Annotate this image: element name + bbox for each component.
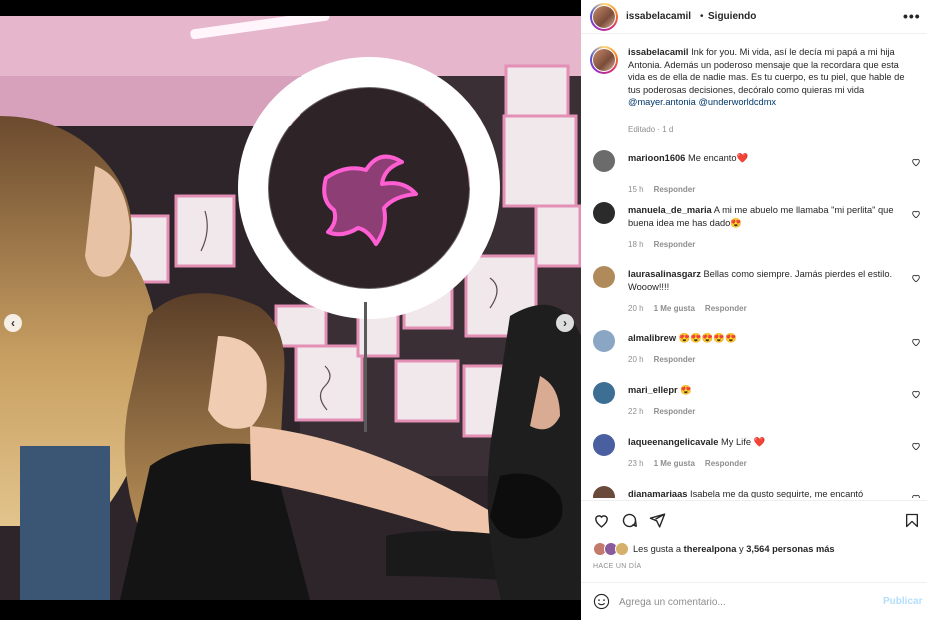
header-separator: • (700, 11, 704, 22)
liker-username[interactable]: therealpona (684, 544, 737, 554)
likes-conjunction: y (738, 544, 744, 554)
comment-input[interactable] (619, 594, 859, 610)
chevron-left-icon: ‹ (11, 316, 15, 330)
commenter-avatar[interactable] (593, 266, 615, 288)
commenter-avatar[interactable] (593, 486, 615, 498)
commenter-avatar[interactable] (593, 434, 615, 456)
reply-button[interactable]: Responder (654, 240, 696, 249)
mention-link[interactable]: @mayer.antonia (628, 97, 696, 107)
comment-time: 20 h (628, 304, 644, 313)
comments-list[interactable]: marioon1606 Me encanto❤️ 15 h Responder … (581, 140, 927, 498)
commenter-avatar[interactable] (593, 150, 615, 172)
commenter-username[interactable]: laurasalinasgarz (628, 269, 701, 279)
post-actions: Les gusta a therealpona y 3,564 personas… (581, 500, 927, 582)
comment-text: Isabela me da gusto seguirte, me encantó (690, 489, 864, 498)
commenter-username[interactable]: laqueenangelicavale (628, 437, 718, 447)
author-avatar[interactable] (590, 3, 618, 31)
share-icon[interactable] (649, 512, 666, 529)
post-header: issabelacamil • Siguiendo ••• (581, 0, 927, 34)
instagram-post-modal: ‹ › issabelacamil • Siguiendo ••• issabe… (0, 0, 927, 620)
heart-icon[interactable] (593, 512, 610, 529)
likes-prefix: Les gusta a (633, 544, 682, 554)
reply-button[interactable]: Responder (705, 304, 747, 313)
liker-avatars[interactable] (593, 542, 631, 556)
comment-time: 18 h (628, 240, 644, 249)
reply-button[interactable]: Responder (654, 355, 696, 364)
commenter-username[interactable]: mari_ellepr (628, 385, 678, 395)
commenter-avatar[interactable] (593, 382, 615, 404)
comment-time: 23 h (628, 459, 644, 468)
emoji-icon[interactable] (593, 593, 610, 610)
heart-icon[interactable] (911, 273, 921, 283)
reply-button[interactable]: Responder (654, 185, 696, 194)
commenter-username[interactable]: manuela_de_maria (628, 205, 712, 215)
caption-author-avatar[interactable] (590, 46, 618, 74)
add-comment-bar: Publicar (581, 582, 927, 620)
reply-button[interactable]: Responder (654, 407, 696, 416)
mention-link[interactable]: @underworldcdmx (698, 97, 776, 107)
author-username[interactable]: issabelacamil (626, 11, 691, 22)
post-caption: issabelacamil Ink for you. Mi vida, así … (628, 46, 918, 109)
publish-button[interactable]: Publicar (883, 596, 922, 607)
heart-icon[interactable] (911, 493, 921, 498)
post-side-panel: issabelacamil • Siguiendo ••• issabelaca… (581, 0, 927, 620)
commenter-username[interactable]: dianamariaas (628, 489, 687, 498)
edited-timestamp: Editado · 1 d (628, 125, 674, 134)
commenter-avatar[interactable] (593, 202, 615, 224)
carousel-next-button[interactable]: › (556, 314, 574, 332)
heart-icon[interactable] (911, 441, 921, 451)
comment-time: 15 h (628, 185, 644, 194)
comment-icon[interactable] (621, 512, 638, 529)
comment-time: 20 h (628, 355, 644, 364)
heart-icon[interactable] (911, 209, 921, 219)
bookmark-icon[interactable] (904, 512, 920, 529)
reply-button[interactable]: Responder (705, 459, 747, 468)
comment-time: 22 h (628, 407, 644, 416)
more-icon[interactable]: ••• (903, 8, 921, 24)
chevron-right-icon: › (563, 316, 567, 330)
comment-like-count[interactable]: 1 Me gusta (654, 459, 695, 468)
comment-like-count[interactable]: 1 Me gusta (654, 304, 695, 313)
comment-text: 😍 (680, 385, 692, 395)
carousel-prev-button[interactable]: ‹ (4, 314, 22, 332)
commenter-username[interactable]: marioon1606 (628, 153, 685, 163)
post-photo[interactable]: ‹ › (0, 16, 581, 600)
commenter-username[interactable]: almalibrew (628, 333, 676, 343)
comment-text: Me encanto❤️ (687, 153, 749, 163)
heart-icon[interactable] (911, 337, 921, 347)
post-timestamp: HACE UN DÍA (593, 563, 642, 570)
comment-text: 😍😍😍😍😍 (678, 333, 737, 343)
comment-text: My Life ❤️ (721, 437, 766, 447)
heart-icon[interactable] (911, 157, 921, 167)
following-button[interactable]: Siguiendo (708, 11, 756, 22)
commenter-avatar[interactable] (593, 330, 615, 352)
likes-count[interactable]: 3,564 personas más (746, 544, 834, 554)
photo-illustration (0, 16, 581, 600)
caption-username[interactable]: issabelacamil (628, 47, 688, 57)
heart-icon[interactable] (911, 389, 921, 399)
